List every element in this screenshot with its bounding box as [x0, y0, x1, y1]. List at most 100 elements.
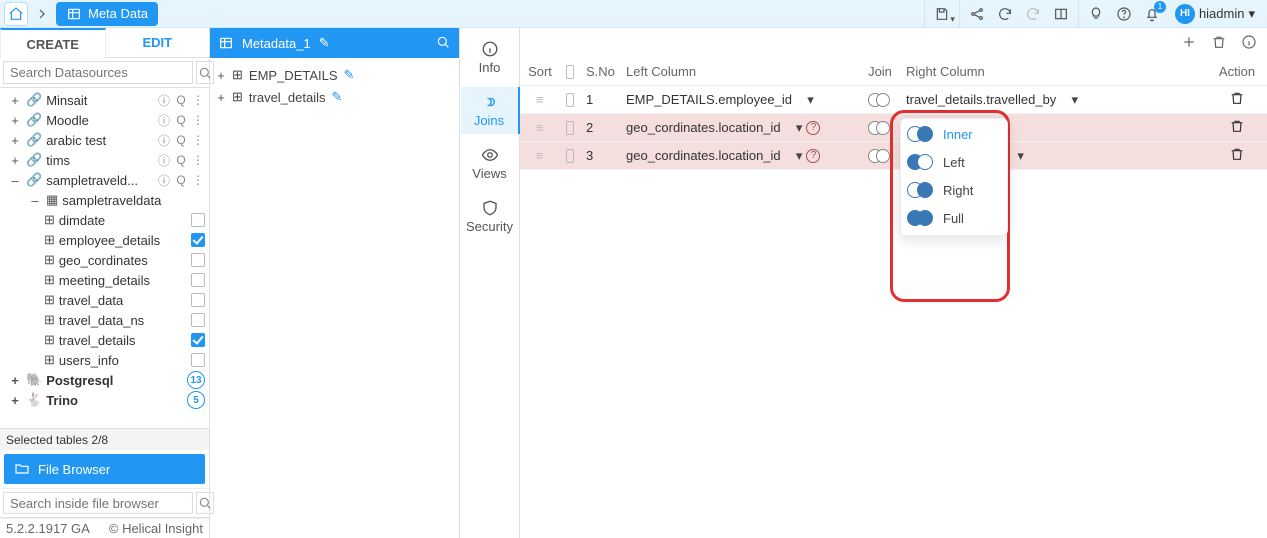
metadata-item-emp-details[interactable]: + ⊞ EMP_DETAILS ✎ [216, 64, 453, 86]
checkbox[interactable] [191, 333, 205, 347]
table-users-info[interactable]: ⊞ users_info [4, 350, 205, 370]
ds-sampletraveldata[interactable]: – 🔗 sampletraveld... ⓘQ⋮ [4, 170, 205, 190]
info-icon[interactable]: ⓘ [157, 153, 171, 167]
tab-security[interactable]: Security [460, 193, 519, 240]
search-datasources-input[interactable] [3, 61, 193, 84]
join-type-button[interactable] [866, 119, 894, 137]
ds-tims[interactable]: + 🔗 tims ⓘQ⋮ [4, 150, 205, 170]
info-icon[interactable]: ⓘ [157, 173, 171, 187]
search-icon[interactable] [435, 34, 451, 53]
share-icon[interactable] [968, 5, 986, 23]
join-option-left[interactable]: Left [907, 153, 1001, 171]
collapse-icon[interactable]: – [28, 193, 42, 208]
search-icon[interactable]: Q [174, 133, 188, 147]
schema-sampletraveldata[interactable]: – ▦ sampletraveldata [4, 190, 205, 210]
search-icon[interactable]: Q [174, 153, 188, 167]
delete-row-icon[interactable] [1229, 146, 1245, 165]
metadata-item-travel-details[interactable]: + ⊞ travel_details ✎ [216, 86, 453, 108]
table-travel-details[interactable]: ⊞ travel_details [4, 330, 205, 350]
collapse-icon[interactable]: – [8, 173, 22, 188]
drag-handle-icon[interactable]: ≡ [536, 92, 545, 107]
table-meeting-details[interactable]: ⊞ meeting_details [4, 270, 205, 290]
ds-postgresql[interactable]: + 🐘 Postgresql 13 [4, 370, 205, 390]
info-icon[interactable]: ⓘ [157, 113, 171, 127]
delete-icon[interactable] [1211, 34, 1227, 53]
expand-icon[interactable]: + [8, 373, 22, 388]
user-menu[interactable]: HI hiadmin ▾ [1169, 4, 1261, 24]
chevron-down-icon[interactable]: ▾ [796, 120, 803, 136]
file-browser-button[interactable]: File Browser [4, 454, 205, 484]
checkbox[interactable] [191, 273, 205, 287]
home-icon[interactable] [4, 2, 28, 26]
edit-icon[interactable]: ✎ [332, 89, 343, 105]
edit-icon[interactable]: ✎ [344, 67, 355, 83]
more-icon[interactable]: ⋮ [191, 93, 205, 107]
refresh-icon[interactable] [996, 5, 1014, 23]
chevron-down-icon[interactable]: ▾ [1017, 148, 1024, 164]
join-type-button[interactable] [866, 91, 894, 109]
join-option-full[interactable]: Full [907, 209, 1001, 227]
breadcrumb-metadata[interactable]: Meta Data [56, 2, 158, 26]
panel-icon[interactable] [1052, 5, 1070, 23]
search-icon[interactable]: Q [174, 173, 188, 187]
more-icon[interactable]: ⋮ [191, 173, 205, 187]
info-icon[interactable] [1241, 34, 1257, 53]
table-employee-details[interactable]: ⊞ employee_details [4, 230, 205, 250]
delete-row-icon[interactable] [1229, 90, 1245, 109]
more-icon[interactable]: ⋮ [191, 133, 205, 147]
row-checkbox[interactable] [566, 93, 574, 107]
expand-icon[interactable]: + [216, 90, 226, 105]
help-icon[interactable] [1115, 5, 1133, 23]
table-travel-data-ns[interactable]: ⊞ travel_data_ns [4, 310, 205, 330]
more-icon[interactable]: ⋮ [191, 153, 205, 167]
bell-icon[interactable]: 1 [1143, 5, 1161, 23]
warning-icon[interactable]: ? [806, 149, 820, 163]
save-icon[interactable]: ▾ [933, 5, 951, 23]
delete-row-icon[interactable] [1229, 118, 1245, 137]
search-icon[interactable]: Q [174, 113, 188, 127]
ds-arabic-test[interactable]: + 🔗 arabic test ⓘQ⋮ [4, 130, 205, 150]
expand-icon[interactable]: + [8, 93, 22, 108]
tab-views[interactable]: Views [460, 140, 519, 187]
expand-icon[interactable]: + [8, 133, 22, 148]
ds-trino[interactable]: + 🐇 Trino 5 [4, 390, 205, 410]
ds-minsait[interactable]: + 🔗 Minsait ⓘQ⋮ [4, 90, 205, 110]
join-type-button[interactable] [866, 147, 894, 165]
warning-icon[interactable]: ? [806, 121, 820, 135]
idea-icon[interactable] [1087, 5, 1105, 23]
file-search-input[interactable] [3, 492, 193, 514]
tab-info[interactable]: Info [460, 34, 519, 81]
tab-create[interactable]: CREATE [0, 28, 106, 58]
chevron-down-icon[interactable]: ▾ [1072, 92, 1079, 108]
drag-handle-icon[interactable]: ≡ [536, 120, 545, 135]
info-icon[interactable]: ⓘ [157, 93, 171, 107]
checkbox[interactable] [191, 213, 205, 227]
tab-joins[interactable]: Joins [461, 87, 520, 134]
select-all-checkbox[interactable] [566, 65, 574, 79]
edit-icon[interactable]: ✎ [319, 35, 330, 51]
checkbox[interactable] [191, 233, 205, 247]
chevron-down-icon[interactable]: ▾ [796, 148, 803, 164]
join-option-inner[interactable]: Inner [907, 125, 1001, 143]
info-icon[interactable]: ⓘ [157, 133, 171, 147]
checkbox[interactable] [191, 353, 205, 367]
checkbox[interactable] [191, 253, 205, 267]
tab-edit[interactable]: EDIT [106, 28, 210, 58]
row-checkbox[interactable] [566, 121, 574, 135]
more-icon[interactable]: ⋮ [191, 113, 205, 127]
add-icon[interactable] [1181, 34, 1197, 53]
chevron-down-icon[interactable]: ▾ [807, 92, 814, 108]
drag-handle-icon[interactable]: ≡ [536, 148, 545, 163]
checkbox[interactable] [191, 293, 205, 307]
table-geo-cordinates[interactable]: ⊞ geo_cordinates [4, 250, 205, 270]
expand-icon[interactable]: + [8, 153, 22, 168]
expand-icon[interactable]: + [8, 393, 22, 408]
checkbox[interactable] [191, 313, 205, 327]
table-travel-data[interactable]: ⊞ travel_data [4, 290, 205, 310]
table-dimdate[interactable]: ⊞ dimdate [4, 210, 205, 230]
expand-icon[interactable]: + [8, 113, 22, 128]
expand-icon[interactable]: + [216, 68, 226, 83]
ds-moodle[interactable]: + 🔗 Moodle ⓘQ⋮ [4, 110, 205, 130]
search-icon[interactable]: Q [174, 93, 188, 107]
row-checkbox[interactable] [566, 149, 574, 163]
